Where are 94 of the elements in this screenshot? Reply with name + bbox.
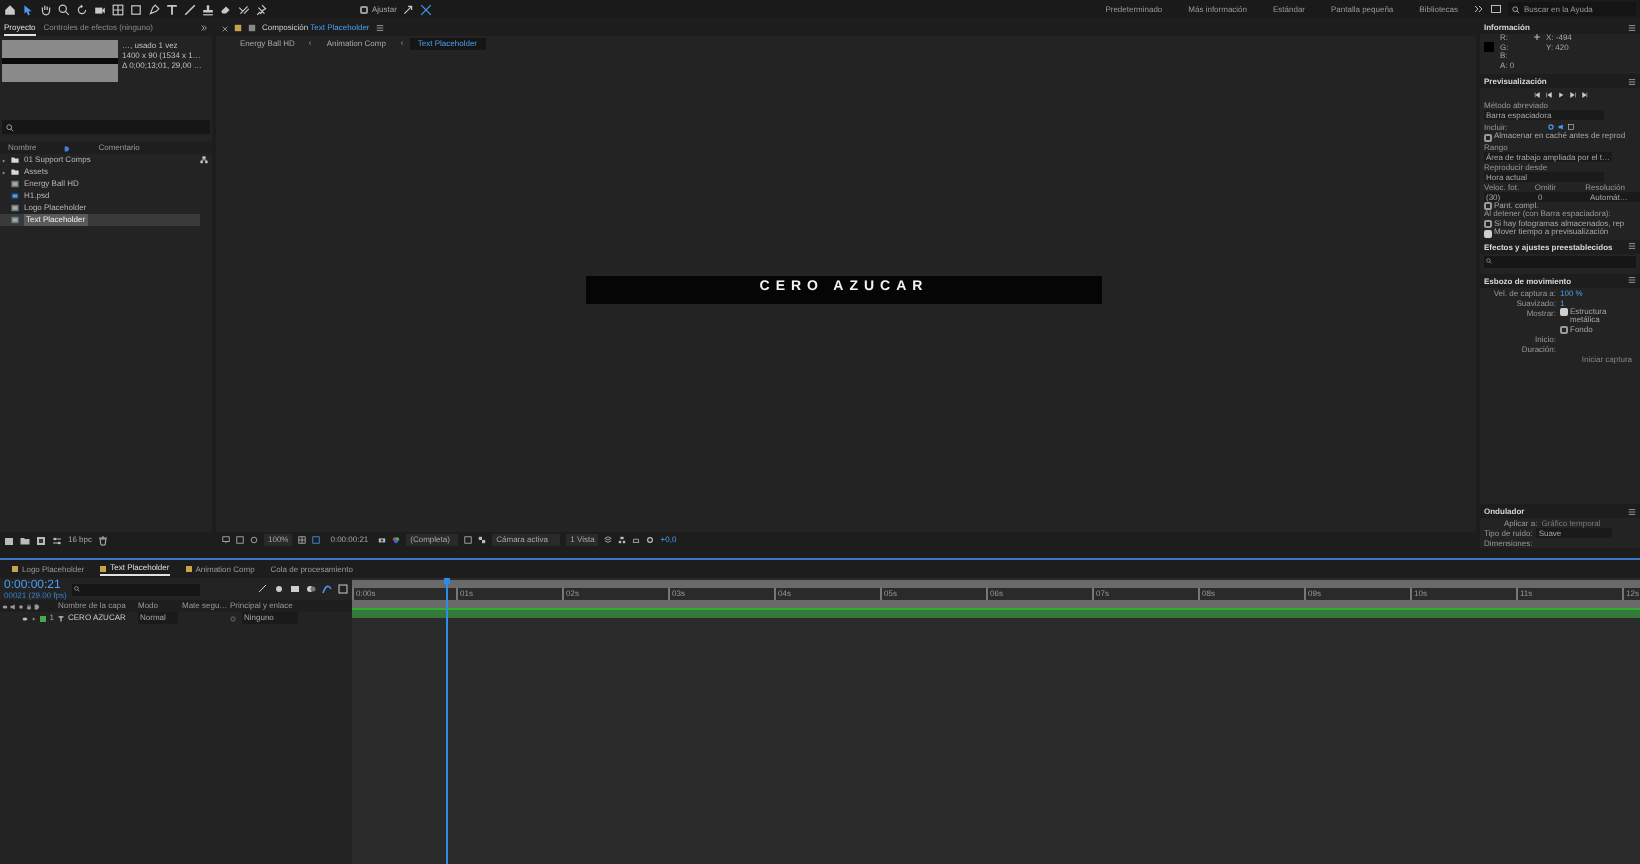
- layers-icon[interactable]: [604, 536, 613, 544]
- type-tool-icon[interactable]: [166, 3, 178, 15]
- region-icon[interactable]: [464, 536, 473, 544]
- settings-icon[interactable]: [646, 536, 655, 544]
- lock-icon: [26, 603, 32, 609]
- playhead[interactable]: [444, 578, 450, 864]
- region-icon[interactable]: [312, 536, 321, 544]
- pen-icon[interactable]: [148, 3, 160, 15]
- search-field[interactable]: [2, 120, 210, 134]
- close-icon[interactable]: [222, 25, 228, 31]
- audio-icon: [10, 603, 16, 609]
- flowchart-icon[interactable]: [618, 536, 627, 544]
- camera-icon[interactable]: [378, 536, 387, 544]
- search-icon: [1486, 258, 1492, 264]
- label-color-swatch[interactable]: [39, 615, 46, 621]
- menu-icon[interactable]: [1628, 507, 1636, 515]
- roto-brush-icon[interactable]: [238, 3, 250, 15]
- chevron-icon[interactable]: [200, 24, 208, 32]
- eye-icon[interactable]: [21, 615, 28, 621]
- search-icon: [1512, 5, 1520, 13]
- graph-editor-icon[interactable]: [322, 584, 332, 594]
- composition-icon: [10, 180, 20, 188]
- grid-icon[interactable]: [298, 536, 307, 544]
- skip-back-icon[interactable]: [1533, 91, 1539, 97]
- composition-icon: [100, 565, 107, 571]
- mask-icon[interactable]: [250, 536, 258, 544]
- monitor-icon[interactable]: [222, 536, 230, 544]
- transparency-grid-icon[interactable]: [478, 536, 487, 544]
- hand-icon[interactable]: [40, 3, 52, 15]
- crosshair-icon: [1534, 34, 1540, 40]
- image-file-icon: [10, 192, 20, 200]
- search-field[interactable]: [1484, 255, 1636, 267]
- snap-icon[interactable]: [402, 3, 415, 15]
- color-channels-icon[interactable]: [392, 536, 401, 544]
- skip-forward-icon[interactable]: [1581, 91, 1587, 97]
- loop-icon[interactable]: [1547, 123, 1554, 129]
- checkbox[interactable]: [1560, 308, 1568, 316]
- workspace-icon[interactable]: [1490, 4, 1502, 14]
- checkbox[interactable]: [1484, 202, 1492, 210]
- rectangle-icon[interactable]: [130, 3, 142, 15]
- tag-icon: [64, 145, 71, 151]
- chart-icon[interactable]: [338, 584, 348, 594]
- solo-icon: [18, 603, 24, 609]
- search-icon[interactable]: [58, 3, 70, 15]
- pin-icon[interactable]: [256, 3, 268, 15]
- menu-icon[interactable]: [1628, 23, 1636, 31]
- checkbox[interactable]: [1484, 220, 1492, 228]
- eye-icon: [2, 603, 8, 609]
- menu-icon[interactable]: [1628, 276, 1636, 284]
- search-field[interactable]: [72, 583, 201, 595]
- brush-icon[interactable]: [184, 3, 196, 15]
- text-layer-icon: [58, 615, 64, 621]
- stamp-icon[interactable]: [202, 3, 214, 15]
- label-icon: [34, 603, 40, 609]
- camera-icon[interactable]: [94, 3, 106, 15]
- step-forward-icon[interactable]: [1569, 91, 1575, 97]
- rotate-icon[interactable]: [76, 3, 88, 15]
- menu-icon[interactable]: [375, 24, 384, 32]
- composition-icon: [12, 566, 18, 572]
- step-back-icon[interactable]: [1545, 91, 1551, 97]
- display-icon[interactable]: [236, 536, 244, 544]
- menu-icon[interactable]: [1628, 242, 1636, 250]
- overlay-icon[interactable]: [1567, 123, 1574, 129]
- color-swatch: [1484, 42, 1494, 52]
- expand-icon[interactable]: [420, 3, 433, 15]
- motion-blur-icon[interactable]: [306, 584, 316, 594]
- shy-icon[interactable]: [274, 584, 284, 594]
- trash-icon[interactable]: [98, 535, 109, 545]
- grid-icon[interactable]: [112, 3, 124, 15]
- settings-icon[interactable]: [52, 535, 62, 545]
- composition-icon: [248, 24, 256, 32]
- search-icon: [74, 586, 81, 592]
- lock-icon[interactable]: [234, 24, 242, 32]
- flowchart-icon[interactable]: [200, 156, 208, 164]
- eraser-icon[interactable]: [220, 3, 232, 15]
- new-folder-icon[interactable]: [20, 535, 30, 545]
- composition-icon: [185, 566, 192, 572]
- new-composition-icon[interactable]: [36, 535, 46, 545]
- render-icon[interactable]: [632, 536, 641, 544]
- menu-icon[interactable]: [1628, 77, 1636, 85]
- chevron-icon[interactable]: [1474, 4, 1484, 14]
- checkbox[interactable]: [360, 5, 368, 13]
- pick-whip-icon[interactable]: [230, 615, 236, 621]
- pointer-icon[interactable]: [22, 3, 34, 15]
- composition-icon: [10, 204, 20, 212]
- checkbox[interactable]: [1484, 229, 1492, 237]
- home-icon[interactable]: [4, 3, 16, 15]
- thumbnail: [2, 40, 118, 82]
- search-icon: [6, 123, 14, 131]
- checkbox[interactable]: [1484, 133, 1492, 141]
- composition-icon: [10, 216, 20, 224]
- checkbox[interactable]: [1560, 326, 1568, 334]
- bin-icon[interactable]: [4, 535, 14, 545]
- frame-blend-icon[interactable]: [290, 584, 300, 594]
